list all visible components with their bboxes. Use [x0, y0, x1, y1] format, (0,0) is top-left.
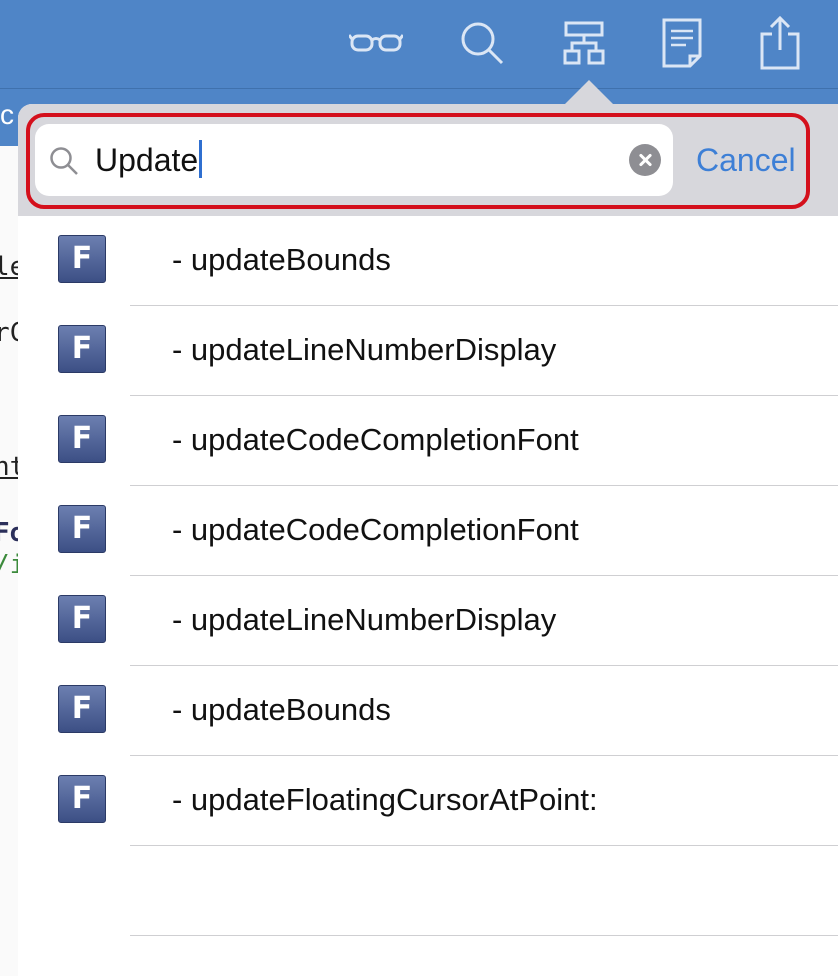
result-label: - updateCodeCompletionFont — [172, 422, 579, 457]
result-label: - updateBounds — [172, 692, 391, 727]
function-badge-icon: F — [58, 775, 106, 823]
top-toolbar — [0, 0, 838, 88]
function-badge-icon: F — [58, 685, 106, 733]
result-label: - updateBounds — [172, 242, 391, 277]
glasses-icon[interactable] — [346, 10, 406, 76]
sub-header-text: c — [0, 99, 14, 130]
result-row[interactable]: F - updateBounds — [18, 216, 838, 306]
result-row[interactable]: F - updateCodeCompletionFont — [18, 396, 838, 486]
result-label: - updateLineNumberDisplay — [172, 332, 557, 367]
result-row[interactable]: F - updateCodeCompletionFont — [18, 486, 838, 576]
search-highlight-outline — [26, 113, 810, 209]
share-icon[interactable] — [750, 10, 810, 76]
result-row[interactable]: F - updateLineNumberDisplay — [18, 306, 838, 396]
function-badge-icon: F — [58, 415, 106, 463]
result-label: - updateFloatingCursorAtPoint: — [172, 782, 598, 817]
search-results-list: F - updateBounds F - updateLineNumberDis… — [18, 216, 838, 936]
result-row[interactable]: F - updateFloatingCursorAtPoint: — [18, 756, 838, 846]
result-row[interactable]: F - updateBounds — [18, 666, 838, 756]
empty-row — [18, 846, 838, 936]
function-badge-icon: F — [58, 595, 106, 643]
result-row[interactable]: F - updateLineNumberDisplay — [18, 576, 838, 666]
search-bar: Update Cancel — [18, 104, 838, 216]
hierarchy-icon[interactable] — [554, 10, 614, 76]
result-label: - updateLineNumberDisplay — [172, 602, 557, 637]
document-icon[interactable] — [652, 10, 712, 76]
function-badge-icon: F — [58, 505, 106, 553]
function-badge-icon: F — [58, 235, 106, 283]
symbol-search-popover: Update Cancel F - updateBounds F - updat… — [18, 104, 838, 976]
function-badge-icon: F — [58, 325, 106, 373]
search-icon[interactable] — [452, 10, 512, 76]
popover-arrow — [565, 80, 613, 104]
result-label: - updateCodeCompletionFont — [172, 512, 579, 547]
row-divider — [130, 935, 838, 936]
